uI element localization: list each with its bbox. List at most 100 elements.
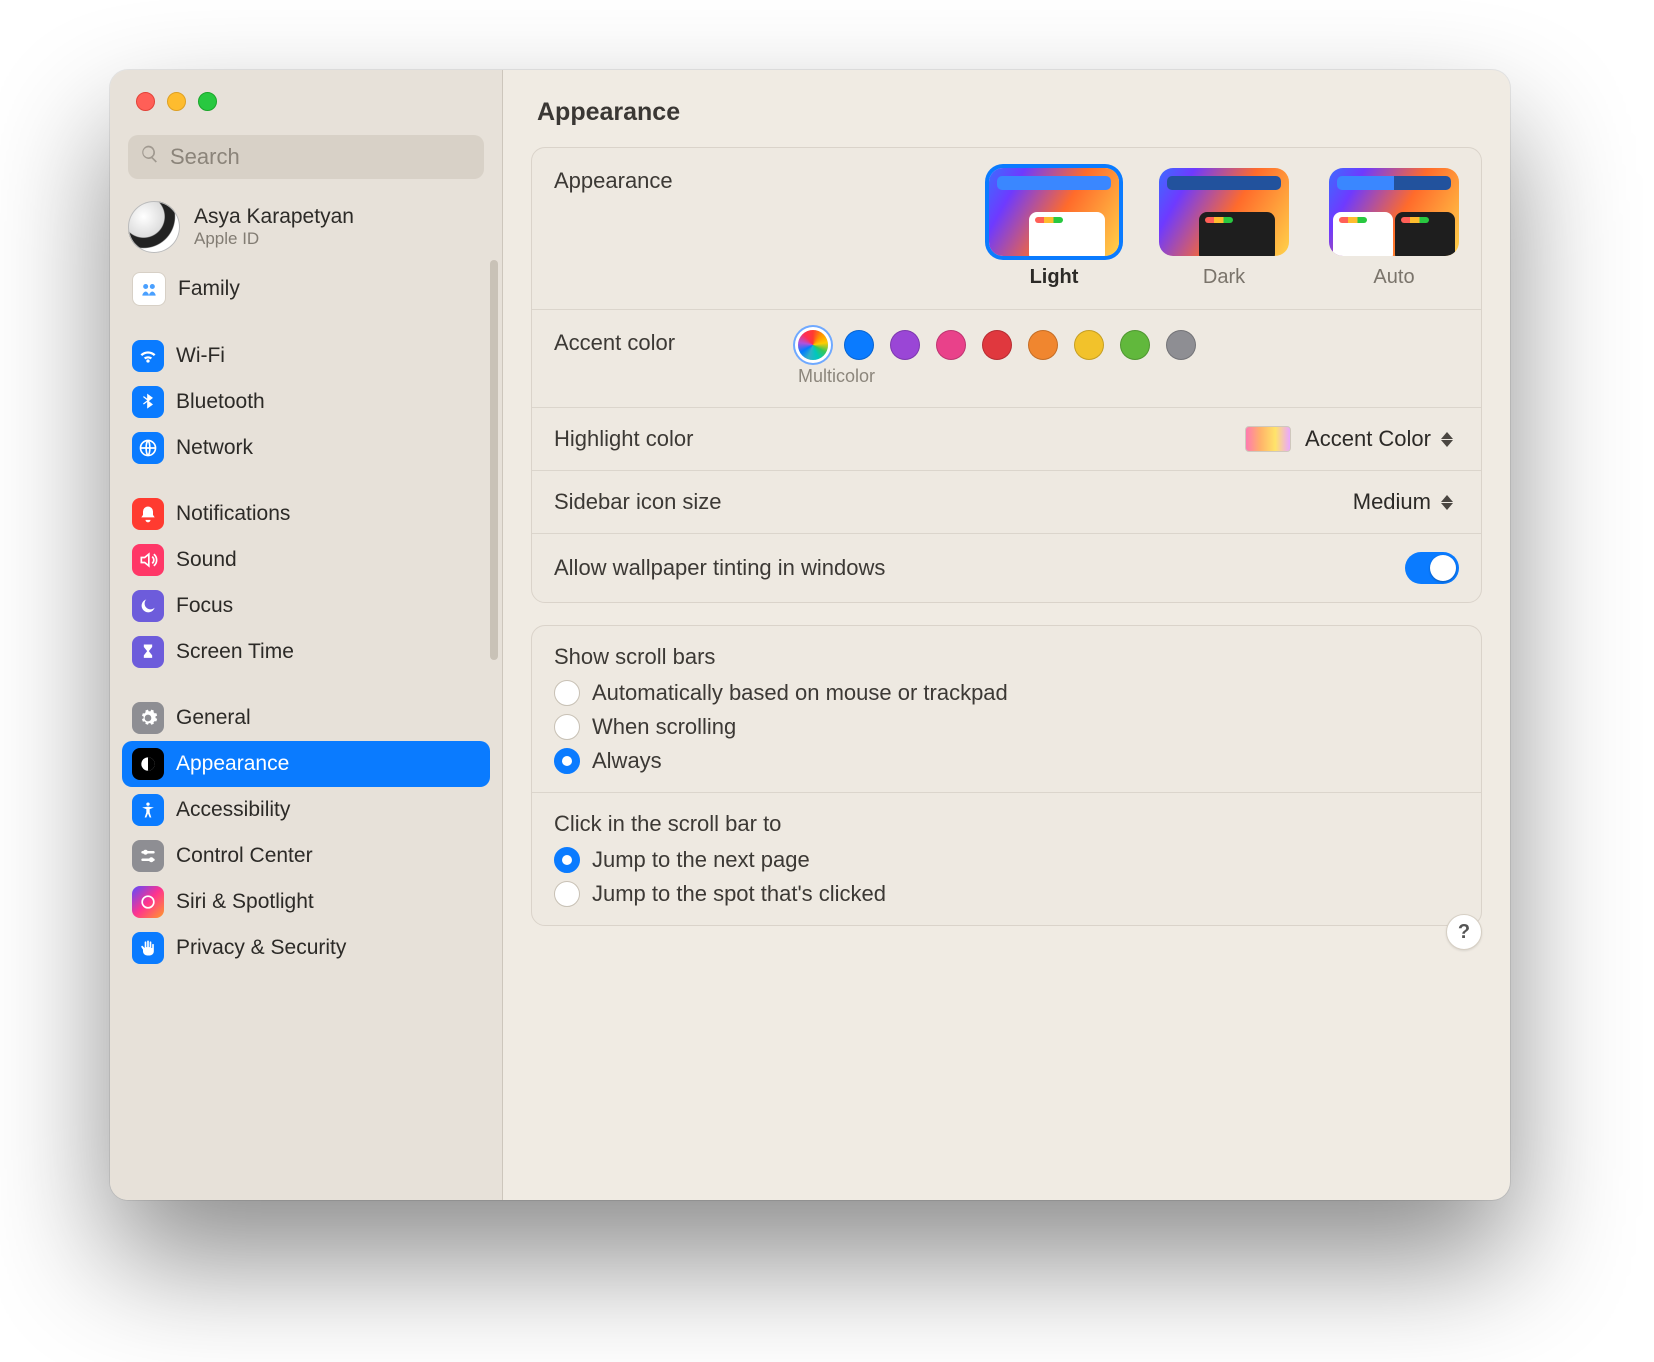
maximize-window-button[interactable] bbox=[198, 92, 217, 111]
accent-purple[interactable] bbox=[890, 330, 920, 360]
radio-label: When scrolling bbox=[592, 714, 736, 740]
minimize-window-button[interactable] bbox=[167, 92, 186, 111]
sliders-icon bbox=[132, 840, 164, 872]
accent-multicolor[interactable] bbox=[798, 330, 828, 360]
sidebar-item-label: Sound bbox=[176, 548, 237, 572]
radio-label: Always bbox=[592, 748, 662, 774]
gear-icon bbox=[132, 702, 164, 734]
scroll-panel: Show scroll bars Automatically based on … bbox=[531, 625, 1482, 926]
sidebar-item-label: General bbox=[176, 706, 251, 730]
sidebar-item-network[interactable]: Network bbox=[122, 425, 490, 471]
sidebar-item-notifications[interactable]: Notifications bbox=[122, 491, 490, 537]
appearance-option-label: Auto bbox=[1373, 266, 1414, 289]
sidebar-list: Family Wi-Fi Bluetooth Network Notificat… bbox=[110, 261, 502, 975]
sidebar-item-appearance[interactable]: Appearance bbox=[122, 741, 490, 787]
sidebar-icon-value: Medium bbox=[1353, 489, 1431, 515]
sidebar-item-general[interactable]: General bbox=[122, 695, 490, 741]
window-controls bbox=[110, 70, 502, 111]
account-name: Asya Karapetyan bbox=[194, 205, 354, 229]
sidebar-item-label: Family bbox=[178, 277, 240, 301]
help-button[interactable]: ? bbox=[1446, 914, 1482, 950]
tinting-label: Allow wallpaper tinting in windows bbox=[554, 555, 885, 581]
sidebar-item-label: Network bbox=[176, 436, 253, 460]
accent-green[interactable] bbox=[1120, 330, 1150, 360]
settings-window: Asya Karapetyan Apple ID Family Wi-Fi Bl… bbox=[110, 70, 1510, 1200]
sidebar-icon-label: Sidebar icon size bbox=[554, 489, 722, 515]
sidebar-scrollbar[interactable] bbox=[490, 260, 498, 660]
sidebar-item-label: Bluetooth bbox=[176, 390, 265, 414]
avatar bbox=[128, 201, 180, 253]
appearance-panel: Appearance Light Dark bbox=[531, 147, 1482, 603]
sidebar-item-wifi[interactable]: Wi-Fi bbox=[122, 333, 490, 379]
sidebar-icon-select[interactable]: Medium bbox=[1353, 489, 1459, 515]
accent-pink[interactable] bbox=[936, 330, 966, 360]
sound-icon bbox=[132, 544, 164, 576]
appearance-option-label: Dark bbox=[1203, 266, 1245, 289]
sidebar-item-label: Focus bbox=[176, 594, 233, 618]
tinting-toggle[interactable] bbox=[1405, 552, 1459, 584]
appearance-option-label: Light bbox=[1030, 266, 1079, 289]
accent-graphite[interactable] bbox=[1166, 330, 1196, 360]
sidebar-item-label: Wi-Fi bbox=[176, 344, 225, 368]
accent-yellow[interactable] bbox=[1074, 330, 1104, 360]
click-scroll-title: Click in the scroll bar to bbox=[554, 811, 1459, 837]
sidebar-item-label: Screen Time bbox=[176, 640, 294, 664]
radio-label: Jump to the spot that's clicked bbox=[592, 881, 886, 907]
search-input[interactable] bbox=[168, 143, 472, 171]
sidebar-item-label: Notifications bbox=[176, 502, 290, 526]
sidebar-item-bluetooth[interactable]: Bluetooth bbox=[122, 379, 490, 425]
page-title: Appearance bbox=[503, 70, 1510, 147]
appearance-option-auto[interactable]: Auto bbox=[1329, 168, 1459, 289]
sidebar: Asya Karapetyan Apple ID Family Wi-Fi Bl… bbox=[110, 70, 503, 1200]
family-icon bbox=[132, 272, 166, 306]
scrollbars-option-always[interactable]: Always bbox=[554, 748, 1459, 774]
sidebar-item-label: Appearance bbox=[176, 752, 289, 776]
appearance-label: Appearance bbox=[554, 168, 774, 194]
bluetooth-icon bbox=[132, 386, 164, 418]
click-scroll-group: Click in the scroll bar to Jump to the n… bbox=[532, 792, 1481, 925]
accent-label: Accent color bbox=[554, 330, 774, 356]
sidebar-item-control-center[interactable]: Control Center bbox=[122, 833, 490, 879]
highlight-swatch-icon bbox=[1245, 426, 1291, 452]
click-scroll-option-page[interactable]: Jump to the next page bbox=[554, 847, 1459, 873]
sidebar-item-screen-time[interactable]: Screen Time bbox=[122, 629, 490, 675]
appearance-option-light[interactable]: Light bbox=[989, 168, 1119, 289]
highlight-label: Highlight color bbox=[554, 426, 693, 452]
sidebar-item-focus[interactable]: Focus bbox=[122, 583, 490, 629]
chevron-updown-icon bbox=[1441, 428, 1459, 450]
accent-orange[interactable] bbox=[1028, 330, 1058, 360]
appearance-icon bbox=[132, 748, 164, 780]
scrollbars-group: Show scroll bars Automatically based on … bbox=[532, 626, 1481, 792]
click-scroll-option-spot[interactable]: Jump to the spot that's clicked bbox=[554, 881, 1459, 907]
sidebar-item-label: Accessibility bbox=[176, 798, 290, 822]
sidebar-item-label: Privacy & Security bbox=[176, 936, 346, 960]
highlight-value: Accent Color bbox=[1305, 426, 1431, 452]
sidebar-item-family[interactable]: Family bbox=[122, 265, 490, 313]
sidebar-item-sound[interactable]: Sound bbox=[122, 537, 490, 583]
scrollbars-option-auto[interactable]: Automatically based on mouse or trackpad bbox=[554, 680, 1459, 706]
hourglass-icon bbox=[132, 636, 164, 668]
sidebar-item-label: Control Center bbox=[176, 844, 313, 868]
bell-icon bbox=[132, 498, 164, 530]
accent-blue[interactable] bbox=[844, 330, 874, 360]
sidebar-item-privacy-security[interactable]: Privacy & Security bbox=[122, 925, 490, 971]
scrollbars-option-scrolling[interactable]: When scrolling bbox=[554, 714, 1459, 740]
sidebar-item-apple-id[interactable]: Asya Karapetyan Apple ID bbox=[110, 193, 502, 261]
scrollbars-title: Show scroll bars bbox=[554, 644, 1459, 670]
accessibility-icon bbox=[132, 794, 164, 826]
search-icon bbox=[140, 144, 160, 170]
help-icon: ? bbox=[1458, 921, 1470, 944]
radio-label: Jump to the next page bbox=[592, 847, 810, 873]
close-window-button[interactable] bbox=[136, 92, 155, 111]
wifi-icon bbox=[132, 340, 164, 372]
sidebar-item-label: Siri & Spotlight bbox=[176, 890, 314, 914]
radio-label: Automatically based on mouse or trackpad bbox=[592, 680, 1008, 706]
sidebar-item-siri-spotlight[interactable]: Siri & Spotlight bbox=[122, 879, 490, 925]
sidebar-item-accessibility[interactable]: Accessibility bbox=[122, 787, 490, 833]
chevron-updown-icon bbox=[1441, 491, 1459, 513]
account-subtitle: Apple ID bbox=[194, 229, 354, 249]
accent-red[interactable] bbox=[982, 330, 1012, 360]
appearance-option-dark[interactable]: Dark bbox=[1159, 168, 1289, 289]
highlight-select[interactable]: Accent Color bbox=[1245, 426, 1459, 452]
search-field[interactable] bbox=[128, 135, 484, 179]
